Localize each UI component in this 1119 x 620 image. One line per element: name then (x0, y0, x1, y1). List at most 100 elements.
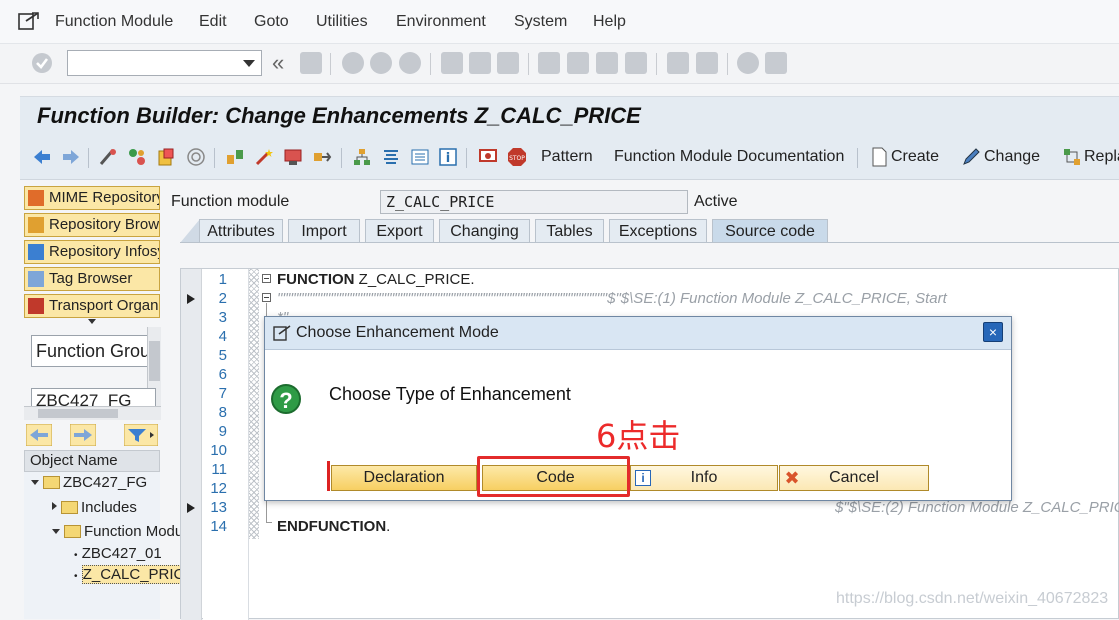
tree-column-header[interactable]: Object Name (24, 450, 160, 472)
save-icon[interactable] (300, 52, 322, 74)
repository-browser-button[interactable]: Repository Browser (24, 213, 160, 237)
where-used-icon[interactable] (186, 147, 206, 167)
create-button[interactable]: Create (891, 148, 939, 166)
exit-icon[interactable] (370, 52, 392, 74)
code-text: . (386, 518, 391, 535)
enter-check-icon[interactable] (31, 52, 53, 74)
replace-button[interactable]: Replace (1084, 148, 1119, 166)
first-page-icon[interactable] (538, 52, 560, 74)
annotation-highlight-box (477, 456, 630, 497)
collapse-icon[interactable] (262, 274, 271, 283)
tree-node-function-group[interactable]: ZBC427_FG (31, 474, 147, 491)
scrollbar-thumb[interactable] (149, 341, 160, 381)
print-icon[interactable] (441, 52, 463, 74)
annotation-label: 6点击 (596, 417, 681, 455)
tab-tables[interactable]: Tables (535, 219, 604, 243)
menu-environment[interactable]: Environment (396, 13, 486, 31)
toolbar-separator (330, 53, 331, 75)
line-number: 8 (218, 404, 227, 421)
hierarchy-icon[interactable] (352, 147, 372, 167)
change-button[interactable]: Change (984, 148, 1040, 166)
tab-exceptions[interactable]: Exceptions (609, 219, 707, 243)
dialog-title: Choose Enhancement Mode (296, 324, 499, 341)
menu-utilities[interactable]: Utilities (316, 13, 368, 31)
back-icon[interactable] (342, 52, 364, 74)
activate-wand-icon[interactable] (254, 147, 274, 167)
help-icon[interactable] (737, 52, 759, 74)
tab-import[interactable]: Import (288, 219, 360, 243)
chevron-down-icon[interactable] (243, 60, 255, 67)
shortcut-icon[interactable] (696, 52, 718, 74)
filter-icon[interactable] (124, 424, 158, 446)
other-object-icon[interactable] (156, 147, 176, 167)
collapse-icon[interactable] (262, 293, 271, 302)
stop-icon[interactable]: STOP (507, 147, 527, 167)
object-type-select[interactable]: Function Group (31, 335, 156, 367)
tab-attributes[interactable]: Attributes (199, 219, 283, 243)
tree-node-fm-zbc427[interactable]: • ZBC427_01 (74, 545, 162, 562)
tab-changing[interactable]: Changing (439, 219, 530, 243)
tree-node-fm-z-calc-price[interactable]: • Z_CALC_PRICE (74, 565, 196, 584)
display-list-icon[interactable] (410, 147, 430, 167)
active-inactive-icon[interactable] (127, 147, 147, 167)
fm-documentation-button[interactable]: Function Module Documentation (614, 148, 844, 166)
history-back-icon[interactable]: « (272, 50, 284, 76)
menu-system[interactable]: System (514, 13, 567, 31)
repository-infosystem-icon (28, 244, 44, 260)
expand-down-icon[interactable] (52, 529, 60, 534)
next-object-icon[interactable] (70, 424, 96, 446)
watermark: https://blog.csdn.net/weixin_40672823 (836, 590, 1109, 607)
create-page-icon[interactable] (869, 147, 889, 167)
find-icon[interactable] (469, 52, 491, 74)
info-icon[interactable]: i (438, 147, 458, 167)
cancel-icon[interactable] (399, 52, 421, 74)
tab-export[interactable]: Export (365, 219, 434, 243)
navigation-icon[interactable] (312, 147, 332, 167)
tab-source-code[interactable]: Source code (712, 219, 828, 243)
pattern-button[interactable]: Pattern (541, 148, 593, 166)
layout-menu-icon[interactable] (765, 52, 787, 74)
app-exit-icon[interactable] (18, 11, 40, 31)
previous-page-icon[interactable] (567, 52, 589, 74)
cancel-button[interactable]: ✖ Cancel (779, 465, 929, 491)
svg-text:STOP: STOP (509, 155, 525, 162)
find-next-icon[interactable] (497, 52, 519, 74)
comment-text: """"""""""""""""""""""""""""""""""""""""… (277, 290, 947, 307)
menu-function-module[interactable]: Function Module (55, 13, 173, 31)
arrow-right-icon[interactable] (61, 147, 81, 167)
horizontal-scrollbar[interactable] (24, 406, 161, 420)
command-field[interactable] (67, 50, 262, 76)
pencil-icon[interactable] (961, 147, 981, 167)
expand-down-icon[interactable] (31, 480, 39, 485)
next-page-icon[interactable] (596, 52, 618, 74)
info-button[interactable]: i Info (630, 465, 778, 491)
test-icon[interactable] (283, 147, 303, 167)
check-syntax-icon[interactable] (225, 147, 245, 167)
line-number: 7 (218, 385, 227, 402)
annotation-red-mark (327, 461, 330, 491)
scrollbar-thumb[interactable] (38, 409, 118, 418)
chevron-down-icon[interactable] (88, 319, 96, 324)
declaration-button[interactable]: Declaration (331, 465, 477, 491)
repository-infosystem-button[interactable]: Repository Infosystem (24, 240, 160, 264)
create-session-icon[interactable] (667, 52, 689, 74)
previous-object-icon[interactable] (26, 424, 52, 446)
mime-repository-button[interactable]: MIME Repository (24, 186, 160, 210)
menu-goto[interactable]: Goto (254, 13, 289, 31)
tab-underline (180, 242, 1119, 243)
set-breakpoint-icon[interactable] (478, 147, 498, 167)
last-page-icon[interactable] (625, 52, 647, 74)
pretty-printer-icon[interactable] (381, 147, 401, 167)
display-change-icon[interactable] (98, 147, 118, 167)
tree-node-includes[interactable]: Includes (52, 499, 137, 516)
expand-right-icon[interactable] (52, 502, 57, 510)
menu-edit[interactable]: Edit (199, 13, 227, 31)
arrow-left-icon[interactable] (32, 147, 52, 167)
dialog-close-button[interactable]: × (983, 322, 1003, 342)
hatch-bar (249, 269, 259, 539)
replace-icon[interactable] (1062, 147, 1082, 167)
tag-browser-button[interactable]: Tag Browser (24, 267, 160, 291)
transport-organizer-button[interactable]: Transport Organizer (24, 294, 160, 318)
function-module-field[interactable]: Z_CALC_PRICE (380, 190, 688, 214)
menu-help[interactable]: Help (593, 13, 626, 31)
